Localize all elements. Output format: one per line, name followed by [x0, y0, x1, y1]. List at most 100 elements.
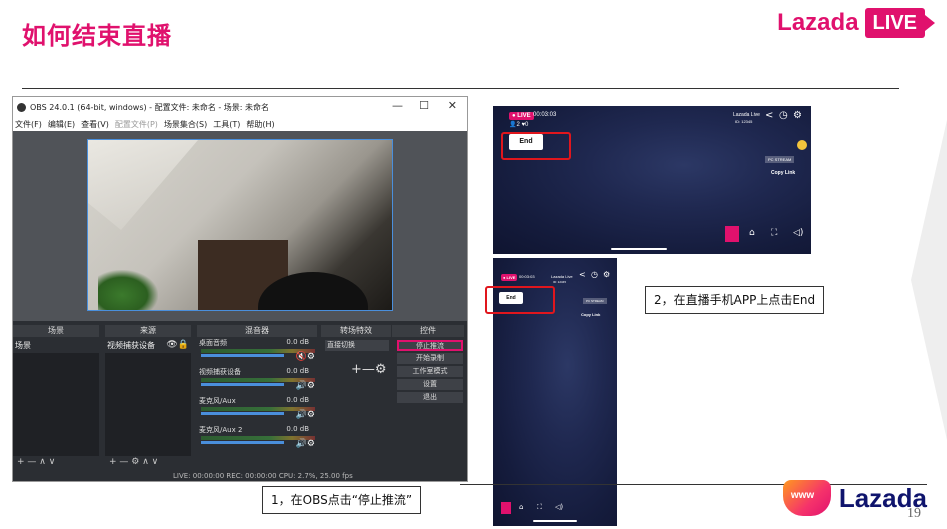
live-logo-badge: LIVE — [864, 8, 936, 38]
bag-icon[interactable]: ⌂ — [749, 228, 755, 238]
speaker-icon[interactable]: ◁) — [555, 503, 563, 511]
bag-icon[interactable]: ⌂ — [519, 503, 523, 511]
studio-mode-button[interactable]: 工作室模式 — [397, 366, 463, 377]
source-item[interactable]: 视频捕获设备 👁🔒 — [105, 338, 191, 353]
mixer-channel-db: 0.0 dB — [286, 396, 309, 404]
lazada-live-logo: Lazada LIVE — [777, 8, 936, 38]
mixer-channel-name: 桌面音频 — [199, 339, 227, 347]
timer-icon[interactable]: ◷ — [591, 270, 598, 279]
pc-stream-label[interactable]: PC STREAM — [765, 156, 795, 163]
stop-streaming-button[interactable]: 停止推流 — [397, 340, 463, 351]
speaker-icon[interactable]: 🔊⚙ — [296, 439, 315, 449]
frame-icon[interactable]: ⛶ — [537, 503, 542, 512]
dock-header-scenes: 场景 — [13, 325, 99, 337]
bulb-icon[interactable] — [797, 140, 807, 150]
highlight-box-end — [501, 132, 571, 160]
menu-edit[interactable]: 编辑(E) — [48, 119, 75, 130]
timer-icon[interactable]: ◷ — [779, 110, 788, 121]
lazada-live-label: Lazada Live — [733, 112, 760, 118]
dock-headers: 场景 来源 混音器 转场特效 控件 — [13, 325, 467, 337]
menu-file[interactable]: 文件(F) — [15, 119, 42, 130]
speaker-icon[interactable]: 🔊⚙ — [296, 410, 315, 420]
transitions-dock: 直接切换 +—⚙ — [321, 338, 393, 456]
settings-button[interactable]: 设置 — [397, 379, 463, 390]
gear-icon[interactable]: ⚙ — [793, 110, 802, 121]
obs-menubar: 文件(F) 编辑(E) 查看(V) 配置文件(P) 场景集合(S) 工具(T) … — [13, 117, 467, 131]
gear-icon[interactable]: ⚙ — [603, 270, 610, 279]
slide-title: 如何结束直播 — [22, 22, 172, 50]
webcam-preview[interactable] — [87, 139, 393, 311]
live-stats: 👤2 ♥0 — [509, 122, 529, 128]
home-indicator — [611, 248, 667, 250]
visibility-icon[interactable]: 👁🔒 — [166, 340, 189, 350]
mixer-channel: 视频捕获设备 0.0 dB 🔊⚙ — [197, 367, 317, 391]
mute-speaker-icon[interactable]: 🔇⚙ — [296, 352, 315, 362]
lazada-live-id: ID: 12345 — [553, 280, 567, 284]
volume-slider[interactable] — [201, 412, 284, 415]
dock-header-controls: 控件 — [392, 325, 464, 337]
lazada-live-label: Lazada Live — [551, 274, 573, 279]
live-badge: ● LIVE — [509, 112, 534, 120]
close-button[interactable]: ✕ — [448, 99, 457, 112]
menu-profile: 配置文件(P) — [114, 119, 158, 129]
sources-toolbar[interactable]: + — ⚙ ∧ ∨ — [109, 457, 158, 467]
home-indicator — [533, 520, 577, 522]
mixer-channel-name: 麦克风/Aux 2 — [199, 426, 243, 434]
scenes-toolbar[interactable]: + — ∧ ∨ — [17, 457, 55, 467]
lazada-live-id: ID: 12345 — [735, 119, 753, 124]
obs-window-title: OBS 24.0.1 (64-bit, windows) - 配置文件: 未命名… — [30, 102, 270, 112]
decorative-side-shape — [911, 120, 947, 440]
copy-link-button[interactable]: Copy Link — [581, 312, 600, 317]
callout-app-step: 2，在直播手机APP上点击End — [645, 286, 825, 314]
share-icon[interactable]: < — [579, 270, 586, 279]
volume-slider[interactable] — [201, 383, 284, 386]
mixer-channel-name: 视频捕获设备 — [199, 368, 241, 376]
menu-scene-collection[interactable]: 场景集合(S) — [164, 119, 207, 130]
mixer-channel: 麦克风/Aux 2 0.0 dB 🔊⚙ — [197, 425, 317, 449]
volume-slider[interactable] — [201, 354, 284, 357]
mixer-channel: 桌面音频 0.0 dB 🔇⚙ — [197, 338, 317, 362]
webcam-plant — [98, 270, 158, 310]
pc-stream-label[interactable]: PC STREAM — [583, 298, 607, 304]
obs-app-icon — [17, 102, 26, 112]
sources-dock: 视频捕获设备 👁🔒 — [105, 338, 191, 456]
speaker-icon[interactable]: 🔊⚙ — [296, 381, 315, 391]
lazada-heart-icon — [782, 480, 831, 516]
mixer-channel-db: 0.0 dB — [286, 367, 309, 375]
mixer-channel: 麦克风/Aux 0.0 dB 🔊⚙ — [197, 396, 317, 420]
obs-preview-area[interactable] — [13, 131, 467, 321]
page-number: 19 — [907, 506, 921, 521]
minimize-button[interactable]: — — [392, 99, 403, 112]
dock-header-transitions: 转场特效 — [321, 325, 391, 337]
dock-header-mixer: 混音器 — [197, 325, 317, 337]
menu-tools[interactable]: 工具(T) — [213, 119, 240, 130]
mixer-channel-db: 0.0 dB — [286, 425, 309, 433]
mixer-dock: 桌面音频 0.0 dB 🔇⚙ 视频捕获设备 0.0 dB 🔊⚙ 麦克风/Aux … — [197, 338, 317, 466]
lazada-footer-logo: Lazada — [782, 480, 927, 516]
add-transition-icon[interactable]: +—⚙ — [351, 362, 387, 377]
volume-slider[interactable] — [201, 441, 284, 444]
speaker-icon[interactable]: ◁) — [793, 228, 803, 238]
obs-window: OBS 24.0.1 (64-bit, windows) - 配置文件: 未命名… — [12, 96, 468, 482]
lazada-logo-text: Lazada — [777, 9, 859, 36]
exit-button[interactable]: 退出 — [397, 392, 463, 403]
scene-item[interactable]: 场景 — [13, 338, 99, 353]
gift-icon[interactable] — [501, 502, 511, 514]
menu-view[interactable]: 查看(V) — [81, 119, 109, 130]
start-recording-button[interactable]: 开始录制 — [397, 353, 463, 364]
copy-link-button[interactable]: Copy Link — [771, 170, 795, 176]
maximize-button[interactable]: ☐ — [419, 99, 429, 112]
live-timer: 00:03:03 — [533, 112, 557, 118]
menu-help[interactable]: 帮助(H) — [246, 119, 274, 130]
mixer-channel-name: 麦克风/Aux — [199, 397, 236, 405]
live-badge: ● LIVE — [501, 274, 518, 281]
webcam-ceiling — [88, 140, 198, 230]
obs-titlebar: OBS 24.0.1 (64-bit, windows) - 配置文件: 未命名… — [13, 97, 467, 117]
gift-icon[interactable] — [725, 226, 739, 242]
dock-header-sources: 来源 — [105, 325, 191, 337]
frame-icon[interactable]: ⛶ — [771, 228, 777, 238]
header-divider — [22, 88, 899, 89]
share-icon[interactable]: < — [765, 110, 773, 121]
live-timer: 00:03:03 — [519, 274, 535, 279]
transition-select[interactable]: 直接切换 — [325, 340, 389, 351]
